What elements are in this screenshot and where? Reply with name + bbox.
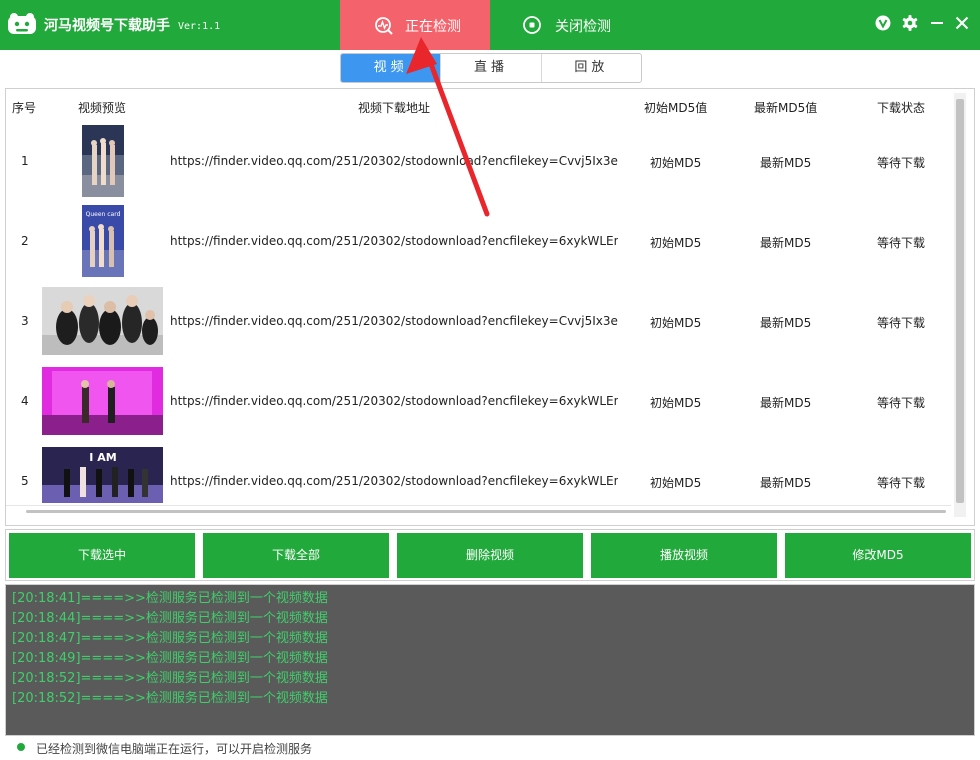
row-url: https://finder.video.qq.com/251/20302/st…	[170, 314, 618, 328]
col-header-status: 下载状态	[877, 101, 926, 115]
vertical-scrollbar[interactable]	[954, 93, 966, 517]
table-row[interactable]: 2 Queen card https://finder.video.qq.com…	[6, 201, 951, 281]
minimize-icon[interactable]	[928, 14, 946, 32]
video-thumbnail[interactable]: I AM	[42, 447, 163, 503]
app-title: 河马视频号下载助手	[44, 18, 170, 34]
row-status: 等待下载	[877, 396, 926, 410]
gear-icon[interactable]	[901, 14, 919, 32]
mode-tabs: 视频 直播 回放	[340, 53, 642, 83]
row-url: https://finder.video.qq.com/251/20302/st…	[170, 394, 618, 408]
vertical-scrollbar-thumb[interactable]	[956, 99, 964, 503]
row-status: 等待下载	[877, 476, 926, 490]
detect-on-label: 正在检测	[405, 19, 461, 35]
col-header-preview: 视频预览	[78, 101, 127, 115]
thumb-caption: I AM	[89, 451, 116, 464]
tab-live[interactable]: 直播	[441, 54, 542, 82]
row-index: 4	[21, 394, 29, 408]
log-panel[interactable]: [20:18:41]====>>检测服务已检测到一个视频数据 [20:18:44…	[5, 584, 975, 736]
play-video-button[interactable]: 播放视频	[591, 533, 777, 578]
row-md5-latest: 最新MD5	[760, 396, 812, 410]
row-md5-initial: 初始MD5	[650, 236, 702, 250]
row-md5-initial: 初始MD5	[650, 396, 702, 410]
detect-off-button[interactable]: 关闭检测	[512, 0, 622, 50]
row-status: 等待下载	[877, 316, 926, 330]
modify-md5-button[interactable]: 修改MD5	[785, 533, 971, 578]
col-header-url: 视频下载地址	[358, 101, 431, 115]
table-row[interactable]: 4 https://finder.video.qq.com/251/20302/…	[6, 361, 951, 441]
download-all-button[interactable]: 下载全部	[203, 533, 389, 578]
col-header-index: 序号	[12, 101, 37, 115]
download-selected-button[interactable]: 下载选中	[9, 533, 195, 578]
video-thumbnail[interactable]	[42, 287, 163, 355]
status-text: 已经检测到微信电脑端正在运行，可以开启检测服务	[36, 742, 313, 756]
row-md5-initial: 初始MD5	[650, 476, 702, 490]
row-index: 2	[21, 234, 29, 248]
detect-on-button[interactable]: 正在检测	[340, 0, 490, 50]
row-url: https://finder.video.qq.com/251/20302/st…	[170, 234, 618, 248]
thumb-caption: Queen card	[86, 211, 121, 218]
delete-video-button[interactable]: 删除视频	[397, 533, 583, 578]
row-md5-latest: 最新MD5	[760, 316, 812, 330]
row-status: 等待下载	[877, 156, 926, 170]
row-md5-latest: 最新MD5	[760, 476, 812, 490]
tab-replay[interactable]: 回放	[542, 54, 641, 82]
detect-off-label: 关闭检测	[555, 19, 611, 35]
log-line: [20:18:41]====>>检测服务已检测到一个视频数据	[12, 591, 328, 606]
log-line: [20:18:44]====>>检测服务已检测到一个视频数据	[12, 611, 328, 626]
video-thumbnail[interactable]: Queen card	[82, 205, 124, 277]
row-url: https://finder.video.qq.com/251/20302/st…	[170, 474, 618, 488]
row-md5-latest: 最新MD5	[760, 236, 812, 250]
tab-video[interactable]: 视频	[341, 54, 442, 82]
row-index: 3	[21, 314, 29, 328]
app-version: Ver:1.1	[178, 21, 221, 32]
video-table: 序号 视频预览 视频下载地址 初始MD5值 最新MD5值 下载状态 1 http…	[5, 88, 975, 526]
video-thumbnail[interactable]	[82, 125, 124, 197]
col-header-md5-latest: 最新MD5值	[754, 101, 818, 115]
row-status: 等待下载	[877, 236, 926, 250]
table-row[interactable]: 5 I AM https://finder.video.qq.com/251/2…	[6, 441, 951, 521]
table-bottom-border	[6, 505, 951, 506]
row-md5-latest: 最新MD5	[760, 156, 812, 170]
log-line: [20:18:49]====>>检测服务已检测到一个视频数据	[12, 651, 328, 666]
log-line: [20:18:47]====>>检测服务已检测到一个视频数据	[12, 631, 328, 646]
title-bar: 河马视频号下载助手 Ver:1.1 正在检测 关闭检测	[0, 0, 980, 50]
action-bar: 下载选中 下载全部 删除视频 播放视频 修改MD5	[5, 529, 975, 581]
status-bar: 已经检测到微信电脑端正在运行，可以开启检测服务	[0, 737, 980, 760]
table-row[interactable]: 1 https://finder.video.qq.com/251/20302/…	[6, 121, 951, 201]
horizontal-scrollbar[interactable]	[26, 510, 946, 513]
status-dot-icon	[17, 743, 25, 751]
radar-icon	[375, 17, 393, 35]
log-line: [20:18:52]====>>检测服务已检测到一个视频数据	[12, 671, 328, 686]
row-index: 5	[21, 474, 29, 488]
row-md5-initial: 初始MD5	[650, 316, 702, 330]
row-md5-initial: 初始MD5	[650, 156, 702, 170]
stop-circle-icon	[523, 16, 541, 34]
log-line: [20:18:52]====>>检测服务已检测到一个视频数据	[12, 691, 328, 706]
video-thumbnail[interactable]	[42, 367, 163, 435]
close-icon[interactable]	[953, 14, 971, 32]
row-index: 1	[21, 154, 29, 168]
col-header-md5-initial: 初始MD5值	[644, 101, 708, 115]
table-row[interactable]: 3 https://finder.video.qq.com/251/20302/…	[6, 281, 951, 361]
row-url: https://finder.video.qq.com/251/20302/st…	[170, 154, 618, 168]
app-logo-icon	[8, 13, 36, 34]
shield-v-icon[interactable]	[874, 14, 892, 32]
